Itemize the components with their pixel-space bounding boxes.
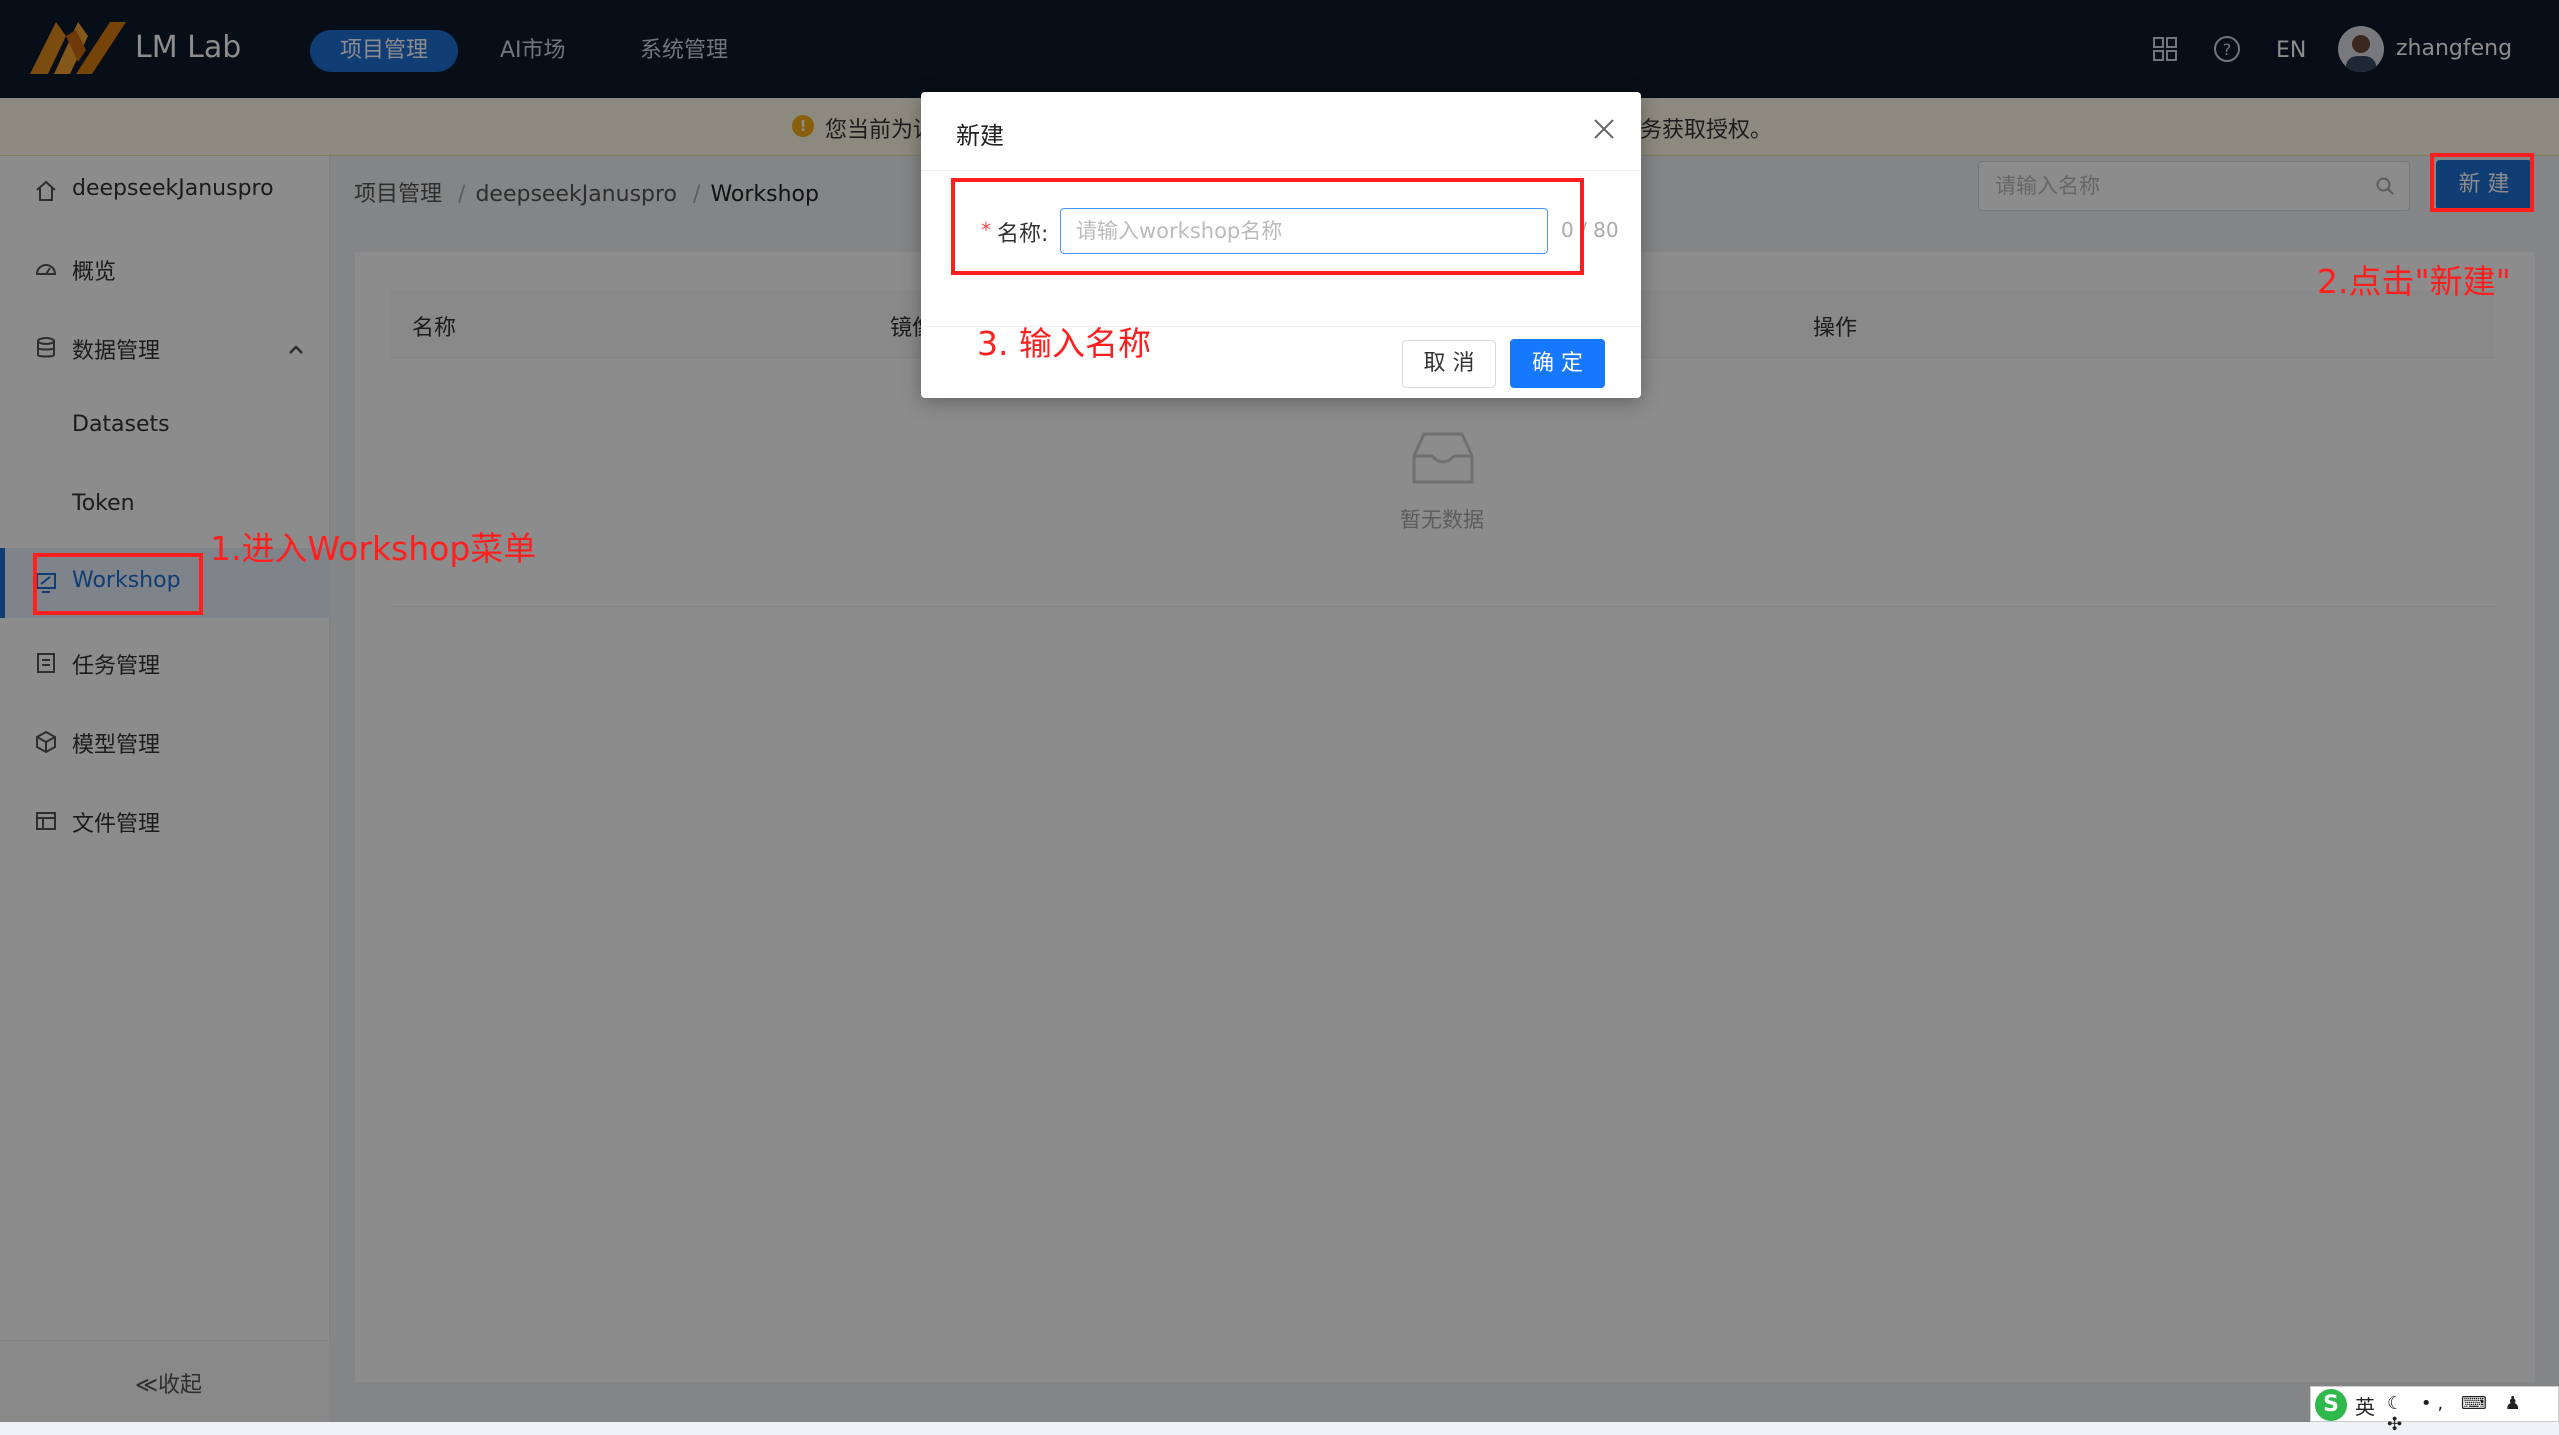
modal-header-divider [921, 170, 1641, 171]
annotation-box-new-button [2430, 153, 2534, 212]
annotation-step2: 2.点击"新建" [2317, 262, 2511, 301]
annotation-step1: 1.进入Workshop菜单 [210, 529, 537, 568]
annotation-box-name-field [951, 178, 1584, 275]
confirm-button[interactable]: 确 定 [1510, 339, 1605, 388]
cancel-button[interactable]: 取 消 [1402, 340, 1496, 388]
annotation-box-workshop [33, 553, 203, 615]
modal-title: 新建 [956, 122, 1004, 150]
sogou-ime-icon[interactable]: S [2315, 1389, 2347, 1421]
ime-toolbar: S 英 ☾ •, ⌨ ♟ ✣ [2310, 1386, 2559, 1435]
ime-language-indicator[interactable]: 英 [2355, 1391, 2375, 1420]
ime-tool-icons[interactable]: ☾ •, ⌨ ♟ ✣ [2387, 1393, 2558, 1435]
annotation-step3: 3. 输入名称 [977, 324, 1151, 363]
close-icon[interactable] [1591, 116, 1617, 142]
